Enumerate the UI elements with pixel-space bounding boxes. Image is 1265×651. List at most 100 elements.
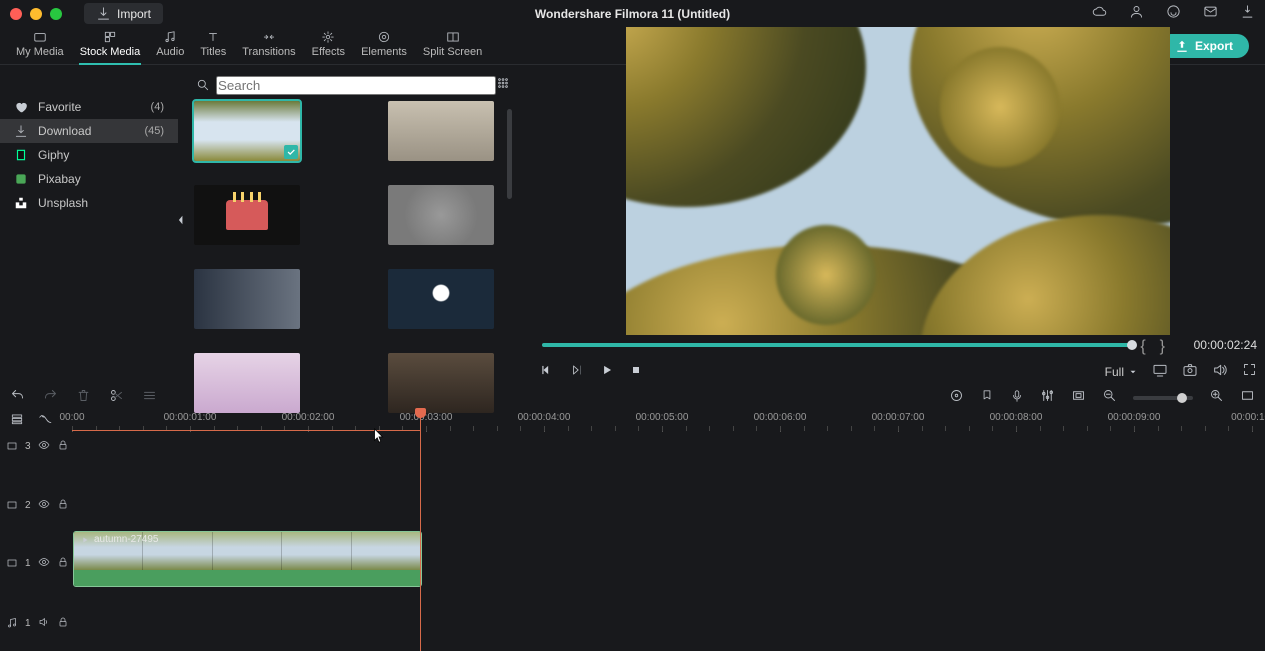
media-thumb-moonlight[interactable] — [388, 269, 494, 329]
redo-button[interactable] — [43, 388, 58, 408]
volume-button[interactable] — [1212, 362, 1228, 383]
collapse-sidebar-button[interactable] — [176, 205, 186, 235]
export-button[interactable]: Export — [1159, 34, 1249, 58]
media-thumb-birthday-cake[interactable] — [194, 185, 300, 245]
render-button[interactable] — [949, 388, 964, 408]
track-lock-toggle[interactable] — [57, 556, 69, 571]
fullscreen-button[interactable] — [1242, 362, 1257, 382]
mark-in-button[interactable]: { — [1140, 338, 1145, 356]
track-number: 2 — [25, 500, 31, 511]
auto-ripple-button[interactable] — [38, 412, 52, 431]
tab-transitions[interactable]: Transitions — [234, 28, 303, 64]
sidebar-item-pixabay[interactable]: Pixabay — [0, 167, 178, 191]
delete-button[interactable] — [76, 388, 91, 408]
track-visibility-toggle[interactable] — [38, 498, 50, 513]
sidebar-item-label: Favorite — [38, 100, 81, 114]
maximize-window-button[interactable] — [50, 8, 62, 20]
tab-label: Stock Media — [80, 46, 141, 58]
undo-button[interactable] — [10, 388, 25, 408]
track-mute-toggle[interactable] — [38, 616, 50, 631]
export-icon — [1175, 39, 1189, 53]
ruler-label: 00:00:10: — [1231, 412, 1265, 423]
snapshot-button[interactable] — [1182, 362, 1198, 383]
track-lock-toggle[interactable] — [57, 498, 69, 513]
tab-my-media[interactable]: My Media — [8, 28, 72, 64]
mark-out-button[interactable]: } — [1160, 338, 1165, 356]
track-manager-button[interactable] — [10, 412, 24, 431]
media-browser — [194, 101, 514, 379]
message-icon[interactable] — [1203, 4, 1218, 24]
close-window-button[interactable] — [10, 8, 22, 20]
tab-label: Titles — [200, 46, 226, 58]
tab-label: Audio — [156, 46, 184, 58]
voiceover-button[interactable] — [1010, 389, 1024, 408]
playhead[interactable] — [420, 408, 421, 651]
elements-icon — [375, 30, 393, 44]
minimize-window-button[interactable] — [30, 8, 42, 20]
preview-progress-knob[interactable] — [1127, 340, 1137, 350]
account-icon[interactable] — [1129, 4, 1144, 24]
video-track-icon — [6, 440, 18, 452]
preview-quality-select[interactable]: Full — [1105, 365, 1138, 379]
sidebar-item-download[interactable]: Download (45) — [0, 119, 178, 143]
track-visibility-toggle[interactable] — [38, 556, 50, 571]
media-thumb-autumn-trees[interactable] — [194, 101, 300, 161]
tab-stock-media[interactable]: Stock Media — [72, 28, 149, 64]
sidebar-item-count: (45) — [144, 125, 164, 137]
activity-icon[interactable] — [1240, 4, 1255, 24]
search-input[interactable] — [216, 76, 496, 95]
tab-titles[interactable]: Titles — [192, 28, 234, 64]
track-head-v2: 2 — [6, 495, 69, 515]
titles-icon — [204, 30, 222, 44]
track-visibility-toggle[interactable] — [38, 439, 50, 454]
import-button[interactable]: Import — [84, 3, 163, 24]
window-title: Wondershare Filmora 11 (Untitled) — [535, 7, 730, 21]
support-icon[interactable] — [1166, 4, 1181, 24]
sidebar-item-label: Giphy — [38, 148, 69, 162]
tab-effects[interactable]: Effects — [304, 28, 353, 64]
ruler-label: 00:00:04:00 — [518, 412, 571, 423]
mixer-button[interactable] — [1040, 388, 1055, 408]
sidebar-item-label: Unsplash — [38, 196, 88, 210]
zoom-knob[interactable] — [1177, 393, 1187, 403]
cloud-icon[interactable] — [1092, 4, 1107, 24]
more-tools-button[interactable] — [142, 388, 157, 408]
sidebar-item-count: (4) — [151, 101, 164, 113]
preview-monitor — [626, 27, 1170, 335]
preview-progress-bar[interactable] — [542, 343, 1133, 347]
media-thumb-cyclist[interactable] — [388, 101, 494, 161]
playhead-handle[interactable] — [415, 408, 426, 418]
zoom-out-button[interactable] — [1102, 388, 1117, 408]
track-lock-toggle[interactable] — [57, 616, 69, 631]
stop-button[interactable] — [630, 363, 642, 382]
pixabay-icon — [14, 172, 28, 186]
sidebar-item-giphy[interactable]: Giphy — [0, 143, 178, 167]
sidebar-item-favorite[interactable]: Favorite (4) — [0, 95, 178, 119]
media-thumb-abstract-spiral[interactable] — [388, 185, 494, 245]
preview-timecode: 00:00:02:24 — [1194, 338, 1257, 352]
check-icon — [284, 145, 298, 159]
search-icon — [196, 78, 210, 92]
tab-elements[interactable]: Elements — [353, 28, 415, 64]
timeline-clip[interactable]: autumn-27495 — [73, 531, 422, 587]
media-thumb-car-wheel[interactable] — [194, 269, 300, 329]
crop-button[interactable] — [1071, 388, 1086, 408]
prev-frame-button[interactable] — [540, 363, 554, 382]
ruler-label: 00:00:09:00 — [1108, 412, 1161, 423]
sidebar-item-unsplash[interactable]: Unsplash — [0, 191, 178, 215]
track-lock-toggle[interactable] — [57, 439, 69, 454]
marker-button[interactable] — [980, 389, 994, 408]
zoom-in-button[interactable] — [1209, 388, 1224, 408]
tab-audio[interactable]: Audio — [148, 28, 192, 64]
browser-scrollbar[interactable] — [507, 109, 512, 199]
tab-split-screen[interactable]: Split Screen — [415, 28, 490, 64]
zoom-slider[interactable] — [1133, 396, 1193, 400]
tab-label: Effects — [312, 46, 345, 58]
zoom-fit-button[interactable] — [1240, 388, 1255, 408]
display-toggle-button[interactable] — [1152, 362, 1168, 383]
split-clip-button[interactable] — [109, 388, 124, 408]
play-button[interactable] — [600, 363, 614, 382]
grid-view-toggle[interactable] — [496, 76, 510, 95]
clip-name: autumn-27495 — [94, 534, 159, 545]
step-button[interactable] — [570, 363, 584, 382]
